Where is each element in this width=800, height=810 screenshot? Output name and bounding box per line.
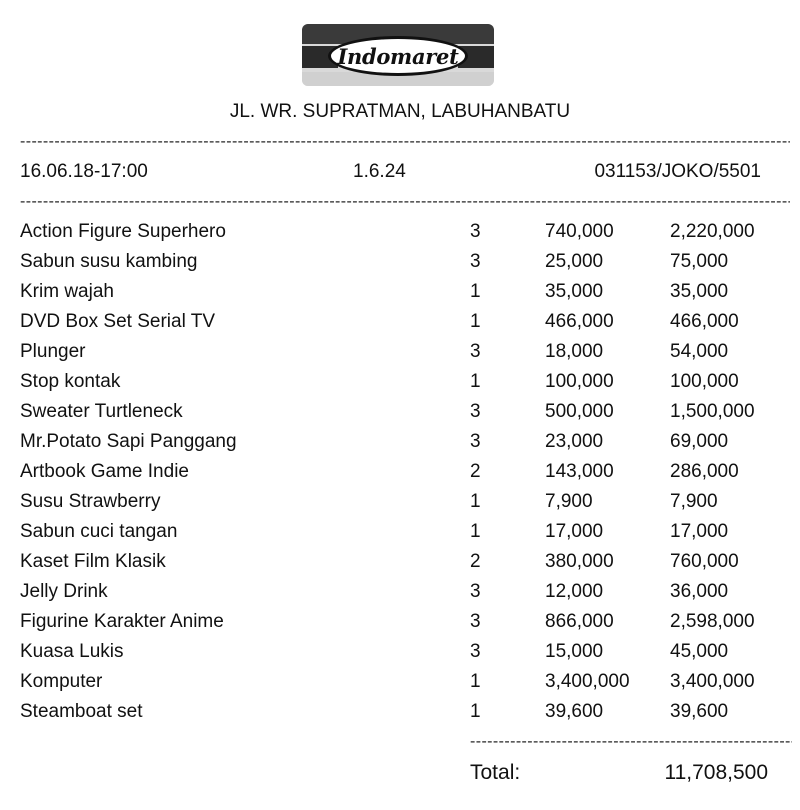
item-qty: 1 <box>470 671 481 692</box>
item-price: 18,000 <box>545 341 604 362</box>
item-price: 35,000 <box>545 281 604 302</box>
item-price: 866,000 <box>545 611 614 632</box>
item-subtotal: 466,000 <box>670 311 739 332</box>
receipt-line-item: Jelly Drink 3 12,000 36,000 <box>0 580 800 610</box>
total-value: 11,708,500 <box>664 761 768 784</box>
item-qty: 3 <box>470 431 481 452</box>
item-name: Jelly Drink <box>20 581 108 602</box>
receipt-line-item: Krim wajah 1 35,000 35,000 <box>0 280 800 310</box>
item-qty: 1 <box>470 491 481 512</box>
receipt-line-item: Plunger 3 18,000 54,000 <box>0 340 800 370</box>
receipt-version: 1.6.24 <box>353 161 406 182</box>
store-logo: Indomaret <box>302 24 494 86</box>
item-subtotal: 7,900 <box>670 491 718 512</box>
receipt-line-item: Komputer 1 3,400,000 3,400,000 <box>0 670 800 700</box>
item-price: 100,000 <box>545 371 614 392</box>
receipt-transaction-id: 031153/JOKO/5501 <box>594 161 761 182</box>
item-price: 740,000 <box>545 221 614 242</box>
item-qty: 1 <box>470 371 481 392</box>
item-name: Kuasa Lukis <box>20 641 124 662</box>
item-price: 17,000 <box>545 521 604 542</box>
item-price: 23,000 <box>545 431 604 452</box>
receipt-line-item: Kaset Film Klasik 2 380,000 760,000 <box>0 550 800 580</box>
item-price: 12,000 <box>545 581 604 602</box>
item-subtotal: 2,598,000 <box>670 611 755 632</box>
receipt-line-item: Mr.Potato Sapi Panggang 3 23,000 69,000 <box>0 430 800 460</box>
separator-total: ----------------------------------------… <box>470 734 792 750</box>
logo-wordmark: Indomaret <box>337 43 459 69</box>
item-subtotal: 17,000 <box>670 521 729 542</box>
receipt-line-item: Kuasa Lukis 3 15,000 45,000 <box>0 640 800 670</box>
item-subtotal: 45,000 <box>670 641 729 662</box>
item-name: Mr.Potato Sapi Panggang <box>20 431 237 452</box>
item-subtotal: 36,000 <box>670 581 729 602</box>
item-name: Plunger <box>20 341 86 362</box>
item-subtotal: 39,600 <box>670 701 729 722</box>
item-subtotal: 760,000 <box>670 551 739 572</box>
item-qty: 3 <box>470 341 481 362</box>
item-name: Sweater Turtleneck <box>20 401 183 422</box>
item-subtotal: 2,220,000 <box>670 221 755 242</box>
receipt-line-item: Susu Strawberry 1 7,900 7,900 <box>0 490 800 520</box>
store-address: JL. WR. SUPRATMAN, LABUHANBATU <box>229 101 571 122</box>
item-qty: 1 <box>470 281 481 302</box>
receipt-line-item: Steamboat set 1 39,600 39,600 <box>0 700 800 730</box>
item-price: 25,000 <box>545 251 604 272</box>
item-qty: 2 <box>470 461 481 482</box>
item-name: Komputer <box>20 671 103 692</box>
item-subtotal: 100,000 <box>670 371 739 392</box>
receipt-line-item: Figurine Karakter Anime 3 866,000 2,598,000 <box>0 610 800 640</box>
receipt-datetime: 16.06.18-17:00 <box>20 161 148 182</box>
receipt-line-item: Stop kontak 1 100,000 100,000 <box>0 370 800 400</box>
receipt-line-item: Action Figure Superhero 3 740,000 2,220,000 <box>0 220 800 250</box>
item-qty: 3 <box>470 611 481 632</box>
item-name: Kaset Film Klasik <box>20 551 166 572</box>
item-subtotal: 69,000 <box>670 431 729 452</box>
item-subtotal: 54,000 <box>670 341 729 362</box>
separator-header: ----------------------------------------… <box>20 194 790 210</box>
item-name: Sabun susu kambing <box>20 251 198 272</box>
item-name: Figurine Karakter Anime <box>20 611 224 632</box>
item-subtotal: 75,000 <box>670 251 729 272</box>
receipt-line-item: Artbook Game Indie 2 143,000 286,000 <box>0 460 800 490</box>
item-name: Artbook Game Indie <box>20 461 189 482</box>
receipt-line-item: Sabun cuci tangan 1 17,000 17,000 <box>0 520 800 550</box>
item-name: Krim wajah <box>20 281 114 302</box>
item-name: DVD Box Set Serial TV <box>20 311 216 332</box>
receipt-line-item: Sabun susu kambing 3 25,000 75,000 <box>0 250 800 280</box>
item-name: Steamboat set <box>20 701 143 722</box>
item-name: Action Figure Superhero <box>20 221 226 242</box>
item-qty: 3 <box>470 641 481 662</box>
receipt-line-item: DVD Box Set Serial TV 1 466,000 466,000 <box>0 310 800 340</box>
item-subtotal: 1,500,000 <box>670 401 755 422</box>
item-qty: 2 <box>470 551 481 572</box>
item-price: 39,600 <box>545 701 604 722</box>
item-subtotal: 35,000 <box>670 281 729 302</box>
separator-top: ----------------------------------------… <box>20 134 790 150</box>
item-price: 500,000 <box>545 401 614 422</box>
item-qty: 1 <box>470 701 481 722</box>
item-price: 7,900 <box>545 491 593 512</box>
total-label: Total: <box>470 761 521 784</box>
item-name: Susu Strawberry <box>20 491 161 512</box>
item-subtotal: 286,000 <box>670 461 739 482</box>
item-qty: 3 <box>470 221 481 242</box>
item-qty: 3 <box>470 251 481 272</box>
item-qty: 1 <box>470 521 481 542</box>
item-price: 466,000 <box>545 311 614 332</box>
item-price: 380,000 <box>545 551 614 572</box>
item-qty: 3 <box>470 581 481 602</box>
item-price: 3,400,000 <box>545 671 630 692</box>
item-subtotal: 3,400,000 <box>670 671 755 692</box>
receipt-line-item: Sweater Turtleneck 3 500,000 1,500,000 <box>0 400 800 430</box>
item-qty: 3 <box>470 401 481 422</box>
item-name: Sabun cuci tangan <box>20 521 178 542</box>
item-list: Action Figure Superhero 3 740,000 2,220,000… <box>0 220 800 730</box>
item-name: Stop kontak <box>20 371 121 392</box>
item-price: 143,000 <box>545 461 614 482</box>
item-qty: 1 <box>470 311 481 332</box>
item-price: 15,000 <box>545 641 604 662</box>
